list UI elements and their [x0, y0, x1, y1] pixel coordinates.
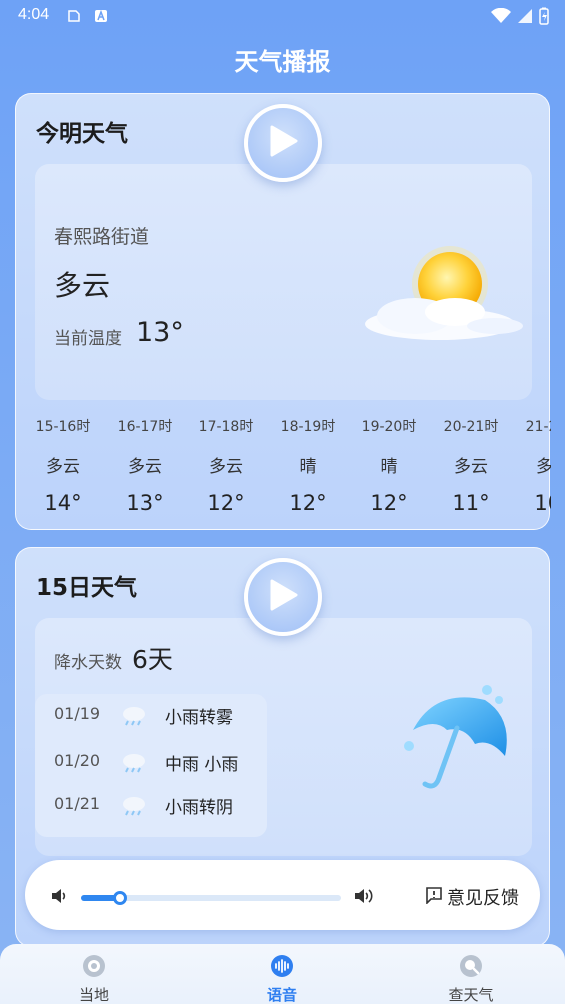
- status-bar: 4:04: [0, 0, 565, 34]
- rain-days-label: 降水天数: [54, 653, 122, 673]
- feedback-label: 意见反馈: [447, 888, 519, 909]
- rain-icon: [121, 795, 147, 821]
- play-icon: [268, 579, 298, 615]
- hourly-item: 21-22时 多云 10°: [525, 419, 551, 515]
- feedback-icon: [425, 886, 443, 909]
- tab-voice[interactable]: 语音: [188, 944, 376, 1004]
- volume-low-icon[interactable]: [50, 888, 68, 908]
- current-weather-panel: 春熙路街道 多云 当前温度 13°: [35, 164, 532, 400]
- progress-slider[interactable]: [81, 891, 341, 905]
- tab-label: 语音: [266, 986, 297, 1004]
- bottom-tab-bar: 当地 语音 查天气: [0, 944, 565, 1004]
- location-icon: [82, 954, 106, 978]
- today-weather-card: 今明天气 春熙路街道 多云 当前温度 13° 15-16时 多云 14° 16-…: [15, 93, 551, 530]
- audio-player: 意见反馈: [25, 860, 540, 930]
- partly-cloudy-icon: [345, 244, 525, 358]
- list-item[interactable]: 01/19 小雨转雾: [35, 694, 267, 737]
- today-card-title: 今明天气: [36, 121, 128, 147]
- hourly-item: 15-16时 多云 14°: [35, 419, 91, 515]
- street-name: 春熙路街道: [54, 226, 150, 248]
- fifteen-card-title: 15日天气: [36, 575, 138, 601]
- wifi-icon: [491, 7, 511, 28]
- hourly-item: 17-18时 多云 12°: [198, 419, 254, 515]
- list-item[interactable]: 01/21 小雨转阴: [35, 784, 267, 827]
- tab-local[interactable]: 当地: [0, 944, 188, 1004]
- umbrella-icon: [395, 678, 515, 802]
- page-title: 天气播报: [234, 48, 331, 76]
- daily-forecast-list[interactable]: 01/19 小雨转雾 01/20 中雨 小雨 01/21 小雨转阴: [35, 694, 267, 837]
- fifteen-play-button[interactable]: [244, 558, 322, 636]
- battery-icon: [539, 7, 549, 29]
- hourly-item: 16-17时 多云 13°: [117, 419, 173, 515]
- today-play-button[interactable]: [244, 104, 322, 182]
- temp-label: 当前温度: [54, 329, 122, 349]
- feedback-button[interactable]: 意见反馈: [425, 884, 519, 910]
- status-time: 4:04: [18, 6, 50, 23]
- search-icon: [459, 954, 483, 978]
- current-condition: 多云: [54, 269, 111, 302]
- rain-icon: [121, 705, 147, 731]
- gallery-icon: [66, 8, 82, 28]
- voice-icon: [270, 954, 294, 978]
- progress-thumb[interactable]: [113, 891, 127, 905]
- a-icon: [94, 8, 108, 28]
- hourly-item: 18-19时 晴 12°: [280, 419, 336, 515]
- hourly-item: 19-20时 晴 12°: [361, 419, 417, 515]
- volume-high-icon[interactable]: [353, 887, 375, 909]
- tab-search-weather[interactable]: 查天气: [377, 944, 565, 1004]
- hourly-item: 20-21时 多云 11°: [443, 419, 499, 515]
- tab-label: 当地: [78, 986, 109, 1004]
- play-icon: [268, 125, 298, 161]
- list-item[interactable]: 01/20 中雨 小雨: [35, 741, 267, 784]
- temp-value: 13°: [136, 317, 184, 348]
- rain-icon: [121, 752, 147, 778]
- signal-icon: [517, 8, 533, 28]
- tab-label: 查天气: [448, 986, 494, 1004]
- rain-days-value: 6天: [132, 645, 173, 674]
